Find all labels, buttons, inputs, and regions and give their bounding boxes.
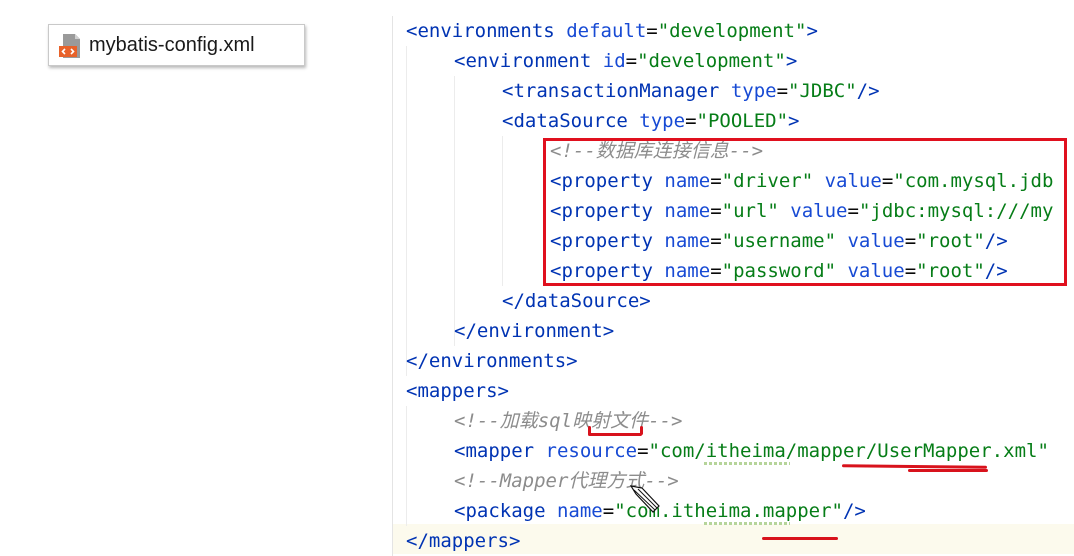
- annotation-underline: [588, 426, 591, 435]
- code-line-18: </mappers>: [406, 530, 521, 552]
- indent-guide: [454, 76, 455, 346]
- code-line-3: <transactionManager type="JDBC"/>: [502, 80, 880, 102]
- spellcheck-squiggle: [704, 462, 790, 465]
- spellcheck-squiggle: [704, 522, 790, 525]
- indent-guide: [406, 46, 407, 376]
- xml-file-icon: [59, 34, 80, 58]
- code-line-11: </environment>: [454, 320, 615, 342]
- file-tab[interactable]: mybatis-config.xml: [48, 24, 305, 66]
- annotation-underline: [762, 537, 838, 540]
- datasource-highlight-box: [543, 138, 1067, 286]
- code-line-4: <dataSource type="POOLED">: [502, 110, 800, 132]
- code-line-14-comment: <!--加载sql映射文件-->: [454, 410, 683, 432]
- gutter-border: [392, 16, 393, 556]
- indent-guide: [406, 406, 407, 526]
- code-line-13: <mappers>: [406, 380, 509, 402]
- pen-cursor-icon: [629, 485, 660, 513]
- annotation-underline: [640, 426, 643, 435]
- annotation-underline: [588, 433, 642, 436]
- code-line-2: <environment id="development">: [454, 50, 798, 72]
- indent-guide: [502, 136, 503, 286]
- annotation-underline: [908, 469, 988, 472]
- code-line-1: <environments default="development">: [406, 20, 818, 42]
- code-editor[interactable]: <environments default="development"> <en…: [392, 16, 1074, 556]
- code-line-10: </dataSource>: [502, 290, 651, 312]
- file-name: mybatis-config.xml: [89, 34, 255, 56]
- code-line-12: </environments>: [406, 350, 578, 372]
